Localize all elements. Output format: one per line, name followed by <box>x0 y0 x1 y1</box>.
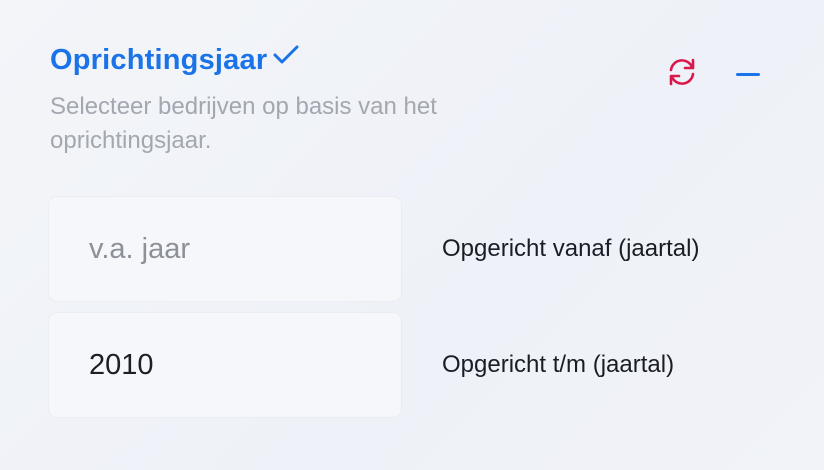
founded-from-label: Opgericht vanaf (jaartal) <box>442 235 700 262</box>
founded-from-row: Opgericht vanaf (jaartal) <box>49 197 769 301</box>
collapse-filter-button[interactable] <box>732 58 764 90</box>
minus-icon <box>736 72 760 76</box>
check-icon <box>273 44 299 66</box>
filter-description: Selecteer bedrijven op basis van het opr… <box>50 93 437 154</box>
filter-header: Oprichtingsjaar <box>50 44 299 77</box>
filter-title: Oprichtingsjaar <box>50 44 268 76</box>
founded-from-input[interactable] <box>49 197 401 301</box>
reset-icon <box>665 57 699 92</box>
reset-filter-button[interactable] <box>662 56 702 92</box>
founded-to-label: Opgericht t/m (jaartal) <box>442 351 675 378</box>
founded-to-input[interactable] <box>49 313 401 417</box>
founded-to-row: Opgericht t/m (jaartal) <box>49 313 769 417</box>
founding-year-filter-panel: Oprichtingsjaar Selecteer bedrijven op b… <box>0 0 824 470</box>
